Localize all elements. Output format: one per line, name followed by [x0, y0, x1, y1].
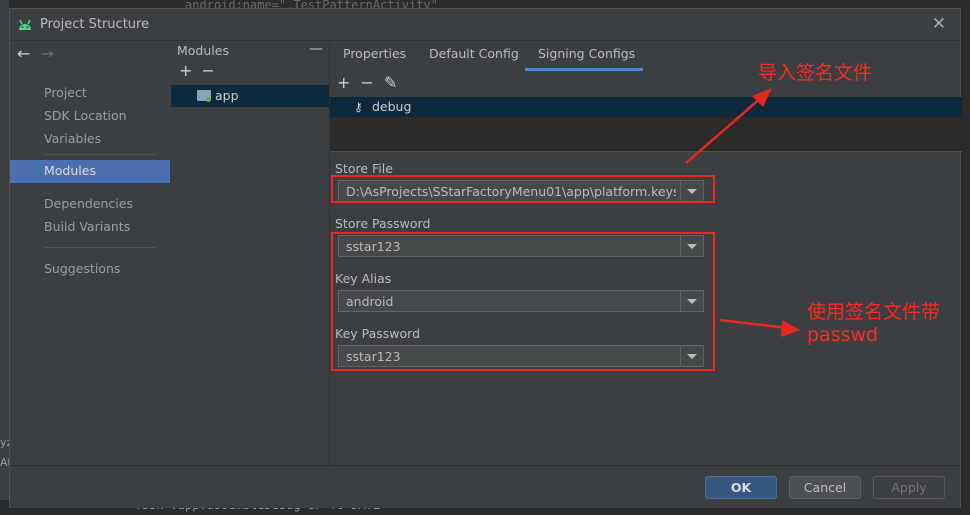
annotation-password-note-2: passwd	[807, 324, 879, 346]
annotation-password-note: 使用签名文件带	[807, 301, 941, 323]
annotation-import-keystore: 导入签名文件	[758, 62, 873, 84]
